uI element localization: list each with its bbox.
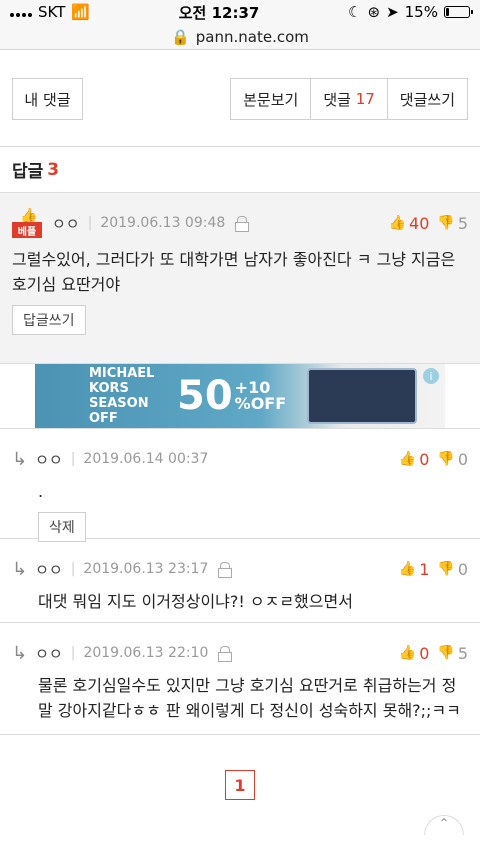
comments-count: 17 xyxy=(355,90,375,108)
downvote-button[interactable]: 👎 0 xyxy=(437,450,468,469)
best-badge-label: 베플 xyxy=(12,222,42,238)
ad-banner-container: MICHAEL KORS SEASON OFF 50 +10 %OFF i xyxy=(0,363,480,429)
clock: 오전 12:37 xyxy=(178,3,260,22)
vote-group: 👍 40 👎 5 xyxy=(389,214,468,233)
thumbs-up-icon: 👍 xyxy=(398,645,417,661)
chevron-up-icon: ⌃ xyxy=(438,816,450,830)
thumbs-up-icon: 👍 xyxy=(398,561,417,577)
write-comment-button[interactable]: 댓글쓰기 xyxy=(387,78,468,120)
signal-icon xyxy=(10,7,32,17)
scroll-top-button[interactable]: ⌃ xyxy=(424,815,464,835)
comments-tab-button[interactable]: 댓글 17 xyxy=(311,78,388,120)
location-icon: ➤ xyxy=(386,3,399,21)
upvote-button[interactable]: 👍 0 xyxy=(399,644,430,663)
upvote-count: 40 xyxy=(409,213,430,233)
downvote-count: 5 xyxy=(457,643,468,663)
vote-group: 👍 1 👎 0 xyxy=(399,560,468,579)
best-badge: 👍 베플 xyxy=(12,208,42,238)
thumbs-up-icon: 👍 xyxy=(398,451,417,467)
reply-date: 2019.06.13 22:10 xyxy=(83,645,209,661)
ad-brand: MICHAEL KORS SEASON OFF xyxy=(89,366,155,426)
reply-author[interactable]: ㅇㅇ xyxy=(35,559,63,580)
reply-meta: ↳ ㅇㅇ | 2019.06.13 23:17 👍 1 👎 0 xyxy=(12,558,468,580)
reply-body: . xyxy=(38,482,44,501)
url-domain: pann.nate.com xyxy=(195,27,309,46)
page-1-button[interactable]: 1 xyxy=(225,770,255,800)
carrier: SKT xyxy=(38,3,66,21)
downvote-count: 5 xyxy=(457,213,468,233)
comments-label: 댓글 xyxy=(323,90,351,109)
vote-group: 👍 0 👎 5 xyxy=(399,644,468,663)
upvote-button[interactable]: 👍 0 xyxy=(399,450,430,469)
delete-button[interactable]: 삭제 xyxy=(38,512,86,542)
ad-banner[interactable]: MICHAEL KORS SEASON OFF 50 +10 %OFF i xyxy=(35,364,445,428)
reply-date: 2019.06.13 23:17 xyxy=(83,561,209,577)
reply-arrow-icon: ↳ xyxy=(12,642,28,664)
reply-meta: ↳ ㅇㅇ | 2019.06.14 00:37 👍 0 👎 0 xyxy=(12,448,468,470)
handbag-image xyxy=(307,368,417,424)
vote-group: 👍 0 👎 0 xyxy=(399,450,468,469)
ad-discount: 50 xyxy=(177,373,233,419)
battery-icon xyxy=(443,6,473,18)
url-bar[interactable]: 🔒 pann.nate.com xyxy=(0,24,480,50)
upvote-count: 0 xyxy=(419,643,430,663)
reply-date: 2019.06.14 00:37 xyxy=(83,451,209,467)
upvote-button[interactable]: 👍 40 xyxy=(389,214,430,233)
my-comments-button[interactable]: 내 댓글 xyxy=(12,78,83,120)
downvote-count: 0 xyxy=(457,559,468,579)
wifi-icon: 📶 xyxy=(71,3,91,21)
reply-author[interactable]: ㅇㅇ xyxy=(35,449,63,470)
battery-percent: 15% xyxy=(404,3,438,21)
reply-item: ↳ ㅇㅇ | 2019.06.13 23:17 👍 1 👎 0 대댓 뭐임 지도 이… xyxy=(0,539,480,623)
upvote-button[interactable]: 👍 1 xyxy=(399,560,430,579)
comment-body: 그럴수있어, 그러다가 또 대학가면 남자가 좋아진다 ㅋ 그냥 지금은 호기심… xyxy=(12,250,456,294)
downvote-count: 0 xyxy=(457,449,468,469)
best-comment-meta: 👍 베플 ㅇㅇ | 2019.06.13 09:48 👍 40 👎 5 xyxy=(12,207,468,239)
reply-arrow-icon: ↳ xyxy=(12,448,28,470)
downvote-button[interactable]: 👎 0 xyxy=(437,560,468,579)
upvote-count: 0 xyxy=(419,449,430,469)
rotation-lock-icon: ⊛ xyxy=(367,3,381,21)
thumbs-up-icon: 👍 xyxy=(388,215,407,231)
reply-author[interactable]: ㅇㅇ xyxy=(35,643,63,664)
pagination: 1 ⌃ xyxy=(0,735,480,835)
thumbs-down-icon: 👎 xyxy=(437,215,455,231)
thumbs-down-icon: 👎 xyxy=(437,451,455,467)
reply-body: 대댓 뭐임 지도 이거정상이냐?! ㅇㅈㄹ했으면서 xyxy=(38,592,353,611)
status-bar: SKT 📶 오전 12:37 ☾ ⊛ ➤ 15% xyxy=(0,0,480,24)
report-icon[interactable] xyxy=(218,562,233,578)
downvote-button[interactable]: 👎 5 xyxy=(437,644,468,663)
best-comment: 👍 베플 ㅇㅇ | 2019.06.13 09:48 👍 40 👎 5 그럴수있어,… xyxy=(0,193,480,363)
reply-write-button[interactable]: 답글쓰기 xyxy=(12,305,86,335)
ad-info-icon[interactable]: i xyxy=(423,368,439,384)
thumbs-down-icon: 👎 xyxy=(437,561,455,577)
reply-count: 3 xyxy=(47,159,60,180)
comment-date: 2019.06.13 09:48 xyxy=(100,215,226,231)
report-icon[interactable] xyxy=(235,216,250,232)
status-left: SKT 📶 xyxy=(10,3,90,21)
upvote-count: 1 xyxy=(419,559,430,579)
comment-author[interactable]: ㅇㅇ xyxy=(52,213,80,234)
reply-item: ↳ ㅇㅇ | 2019.06.14 00:37 👍 0 👎 0 . 삭제 xyxy=(0,429,480,542)
reply-body: 물론 호기심일수도 있지만 그냥 호기심 요딴거로 취급하는거 정말 강아지같다… xyxy=(38,676,461,720)
reply-meta: ↳ ㅇㅇ | 2019.06.13 22:10 👍 0 👎 5 xyxy=(12,642,468,664)
reply-header: 답글 3 xyxy=(0,147,480,193)
view-article-button[interactable]: 본문보기 xyxy=(230,78,312,120)
status-right: ☾ ⊛ ➤ 15% xyxy=(348,3,473,21)
lock-icon: 🔒 xyxy=(171,27,190,46)
ad-off: %OFF xyxy=(234,394,287,413)
downvote-button[interactable]: 👎 5 xyxy=(437,214,468,233)
moon-icon: ☾ xyxy=(348,3,362,21)
reply-arrow-icon: ↳ xyxy=(12,558,28,580)
reply-header-label: 답글 xyxy=(12,162,44,182)
comment-toolbar: 내 댓글 본문보기 댓글 17 댓글쓰기 xyxy=(0,78,480,120)
report-icon[interactable] xyxy=(218,646,233,662)
thumbs-down-icon: 👎 xyxy=(437,645,455,661)
reply-item: ↳ ㅇㅇ | 2019.06.13 22:10 👍 0 👎 5 물론 호기심일수도 … xyxy=(0,623,480,735)
comment-nav-group: 본문보기 댓글 17 댓글쓰기 xyxy=(230,78,468,120)
